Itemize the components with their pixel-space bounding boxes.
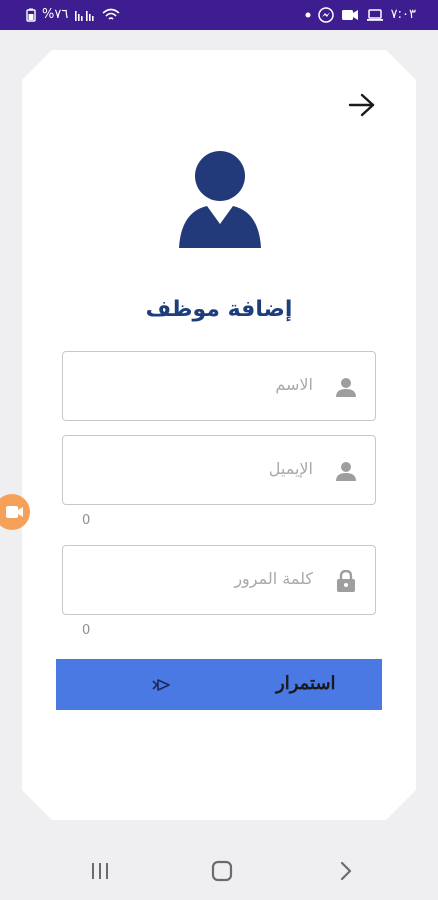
password-placeholder: كلمة المرور: [234, 569, 313, 588]
status-left: %٧٦: [26, 6, 120, 23]
name-placeholder: الاسم: [275, 375, 313, 394]
email-field[interactable]: الإيميل: [62, 435, 376, 505]
video-camera-icon: [6, 506, 23, 518]
employee-avatar-icon: [179, 151, 261, 248]
add-employee-card: إضافة موظف الاسم الإيميل 0 كلمة المرور 0…: [22, 50, 416, 820]
email-placeholder: الإيميل: [268, 459, 313, 478]
battery-icon: [26, 8, 36, 22]
messenger-icon: [317, 6, 334, 23]
battery-percent: %٧٦: [42, 7, 69, 22]
person-icon: [336, 462, 356, 481]
page-title: إضافة موظف: [145, 297, 293, 322]
continue-button[interactable]: استمرار: [56, 659, 382, 710]
email-char-counter: 0: [82, 513, 91, 528]
password-char-counter: 0: [82, 623, 91, 638]
continue-label: استمرار: [276, 673, 336, 693]
arrow-right-icon[interactable]: [348, 92, 376, 118]
recent-apps-icon[interactable]: [88, 860, 112, 882]
status-bar: %٧٦ ٧:٠٣: [0, 0, 438, 30]
name-field[interactable]: الاسم: [62, 351, 376, 421]
lock-icon: [337, 570, 355, 592]
home-icon[interactable]: [210, 860, 234, 882]
video-record-icon: [341, 9, 358, 20]
back-nav-icon[interactable]: [334, 860, 358, 882]
clock: ٧:٠٣: [390, 7, 416, 22]
person-icon: [336, 378, 356, 397]
status-right: ٧:٠٣: [305, 6, 416, 23]
password-field[interactable]: كلمة المرور: [62, 545, 376, 615]
wifi-icon: [102, 8, 120, 20]
next-arrow-icon: [152, 679, 170, 691]
notification-dot-icon: [305, 12, 311, 17]
laptop-icon: [366, 8, 383, 21]
system-nav-bar: [0, 840, 438, 900]
signal-icon: [75, 10, 94, 21]
